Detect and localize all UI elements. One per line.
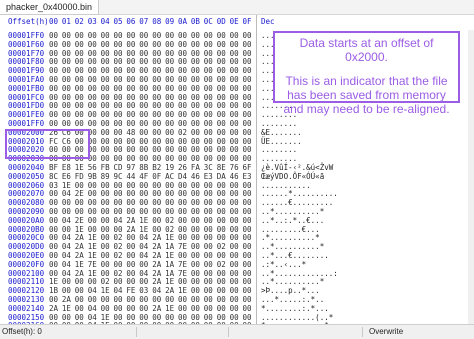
- column-header-cell: 07: [139, 17, 149, 26]
- offset-header: Offset(h): [8, 17, 49, 26]
- column-header-cell: 0B: [190, 17, 200, 26]
- column-header-cell: 08: [152, 17, 162, 26]
- vertical-scrollbar[interactable]: [468, 30, 474, 324]
- status-divider: [228, 327, 229, 337]
- decoded-header: Dec: [261, 17, 275, 26]
- status-divider: [136, 327, 137, 337]
- column-header-cell: 0D: [216, 17, 226, 26]
- status-bar: Offset(h): 0 Overwrite: [0, 324, 474, 339]
- column-header-cell: 02: [74, 17, 84, 26]
- hex-editor[interactable]: Offset(h) 00 01 02 03 04 05 06 07 08 09 0A 0B 0C 0D 0E…: [0, 15, 474, 324]
- column-header-cell: 04: [100, 17, 110, 26]
- column-header-cell: 06: [126, 17, 136, 26]
- column-header-cell: 01: [61, 17, 71, 26]
- column-header-cell: 0C: [203, 17, 213, 26]
- status-offset: Offset(h): 0: [2, 327, 42, 336]
- column-header-cell: 09: [165, 17, 175, 26]
- status-divider: [362, 327, 363, 337]
- status-mode[interactable]: Overwrite: [369, 325, 403, 339]
- column-header-cell: 00: [49, 17, 59, 26]
- column-header: Offset(h) 00 01 02 03 04 05 06 07 08 09 0A 0B 0C 0D 0E…: [0, 15, 474, 29]
- offset-highlight-box: [5, 129, 90, 159]
- callout-line1: Data starts at an offset of 0x2000.: [299, 36, 434, 64]
- column-header-cell: 03: [87, 17, 97, 26]
- column-header-cell: 0A: [178, 17, 188, 26]
- annotation-callout: Data starts at an offset of 0x2000. This…: [273, 31, 460, 116]
- column-header-cell: 0E: [229, 17, 239, 26]
- callout-line2: This is an indicator that the file has b…: [283, 74, 450, 116]
- column-header-cell: 0F: [242, 17, 252, 26]
- file-tab[interactable]: phacker_0x40000.bin: [0, 0, 100, 15]
- column-header-cell: 05: [113, 17, 123, 26]
